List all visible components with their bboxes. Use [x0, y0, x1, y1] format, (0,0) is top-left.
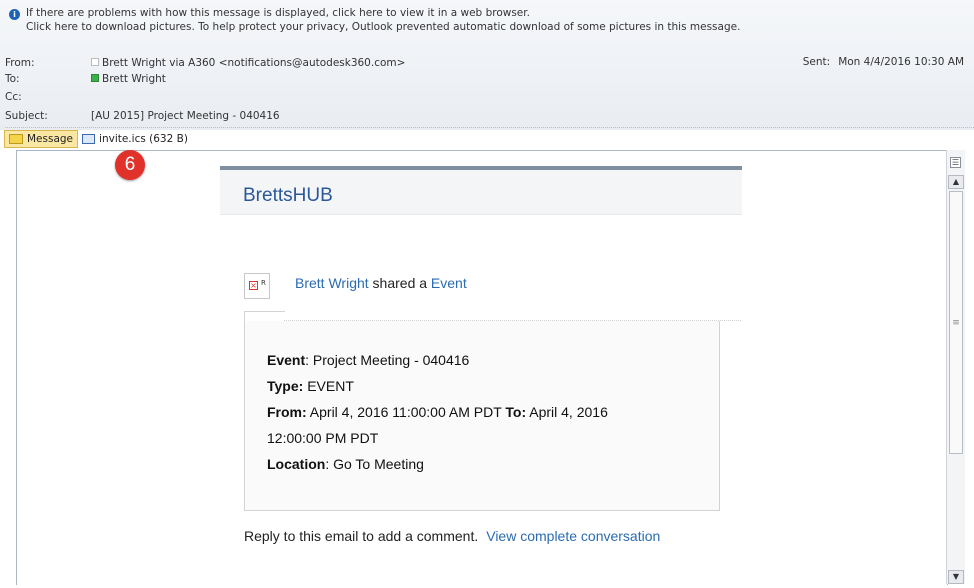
event-details: Event: Project Meeting - 040416 Type: EV… [244, 321, 720, 511]
info-icon: i [9, 9, 20, 20]
to-time-value: April 4, 2016 [526, 404, 608, 420]
reply-text: Reply to this email to add a comment. [244, 528, 479, 544]
broken-image-icon: × [249, 281, 258, 290]
subject-value: [AU 2015] Project Meeting - 040416 [91, 110, 280, 122]
attachment-bar: Message invite.ics (632 B) [4, 130, 192, 148]
message-tab[interactable]: Message [4, 130, 79, 148]
to-label: To: [5, 73, 20, 85]
detail-tab [244, 311, 285, 321]
to-value[interactable]: Brett Wright [102, 73, 166, 85]
info-line-2[interactable]: Click here to download pictures. To help… [9, 20, 740, 34]
subject-label: Subject: [5, 110, 48, 122]
scroll-thumb[interactable]: ≡ [949, 191, 963, 454]
scroll-up-arrow-icon[interactable]: ▲ [948, 175, 964, 189]
sent-label: Sent: [802, 56, 831, 68]
location-value: : Go To Meeting [325, 456, 424, 472]
reply-line: Reply to this email to add a comment. Vie… [244, 528, 660, 544]
from-label: From: [5, 57, 35, 69]
event-label: Event [267, 352, 306, 368]
scroll-down-arrow-icon[interactable]: ▼ [948, 570, 964, 584]
message-header: i If there are problems with how this mes… [0, 0, 974, 130]
sharer-link[interactable]: Brett Wright [295, 275, 369, 291]
from-value[interactable]: Brett Wright via A360 <notifications@aut… [102, 57, 405, 69]
subject-row: Subject: [AU 2015] Project Meeting - 0404… [5, 109, 280, 123]
event-details-text: Event: Project Meeting - 040416 Type: EV… [267, 347, 608, 477]
attachment-invite[interactable]: invite.ics (632 B) [78, 131, 192, 147]
view-conversation-link[interactable]: View complete conversation [486, 528, 660, 544]
callout-badge: 6 [115, 150, 145, 180]
from-row: From: Brett Wright via A360 <notification… [5, 56, 405, 70]
email-card: BrettsHUB × R Brett Wright shared a Even… [220, 166, 742, 588]
attachment-label: invite.ics (632 B) [99, 133, 188, 145]
header-divider [5, 127, 974, 128]
info-bar[interactable]: i If there are problems with how this mes… [9, 6, 740, 34]
cc-label: Cc: [5, 91, 22, 103]
presence-online-icon [91, 74, 99, 82]
avatar: × R [244, 273, 270, 299]
avatar-letter: R [261, 279, 266, 287]
sent-value: Mon 4/4/2016 10:30 AM [838, 56, 964, 68]
vertical-scrollbar[interactable]: ☰ ▲ ≡ ▼ [946, 150, 965, 584]
presence-icon [91, 58, 99, 66]
message-tab-label: Message [27, 133, 74, 145]
scroll-options-icon[interactable]: ☰ [950, 157, 961, 168]
location-label: Location [267, 456, 326, 472]
brand-title: BrettsHUB [243, 185, 333, 206]
shared-line: Brett Wright shared a Event [295, 275, 467, 291]
info-line-1[interactable]: If there are problems with how this mess… [26, 7, 530, 19]
shared-text: shared a [368, 275, 431, 291]
envelope-icon [9, 134, 23, 144]
event-link[interactable]: Event [431, 275, 467, 291]
type-value: EVENT [303, 378, 354, 394]
from-time-value: April 4, 2016 11:00:00 AM PDT [306, 404, 506, 420]
cc-row: Cc: [5, 90, 91, 104]
from-time-label: From: [267, 404, 307, 420]
to-time-value-cont: 12:00:00 PM PDT [267, 430, 379, 446]
to-time-label: To: [505, 404, 527, 420]
sent-info: Sent: Mon 4/4/2016 10:30 AM [803, 56, 964, 68]
event-value: : Project Meeting - 040416 [305, 352, 470, 368]
to-row: To: Brett Wright [5, 72, 166, 86]
calendar-file-icon [82, 134, 96, 144]
type-label: Type: [267, 378, 304, 394]
